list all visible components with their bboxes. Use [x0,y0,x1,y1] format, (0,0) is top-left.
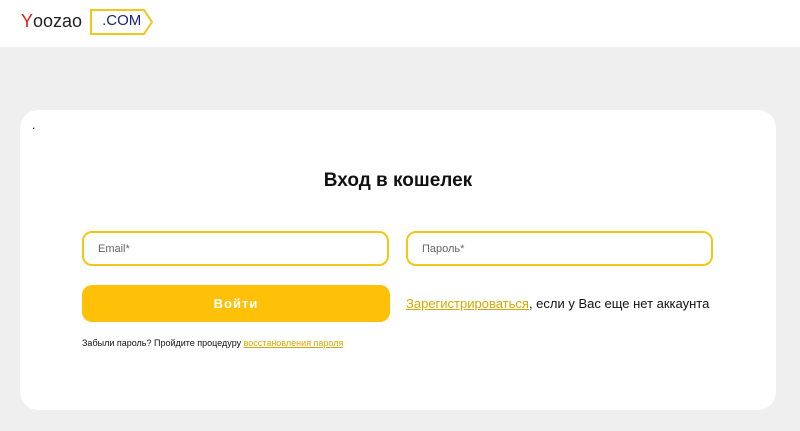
logo-domain: .COM [102,12,142,29]
password-recovery-link[interactable]: восстановления пароля [244,338,344,348]
stray-dot: . [32,118,36,132]
site-header: Yoozao .COM [0,0,800,47]
logo-text: oozao [33,11,83,31]
logo-domain-tag: .COM [90,9,154,35]
email-input[interactable] [82,231,389,266]
register-line: Зарегистрироваться, если у Вас еще нет а… [406,296,709,311]
login-button[interactable]: Войти [82,285,390,322]
forgot-prefix: Забыли пароль? Пройдите процедуру [82,338,244,348]
password-input[interactable] [406,231,713,266]
login-card: . Вход в кошелек Войти Зарегистрироватьс… [20,110,776,410]
logo-letter: Y [21,11,34,31]
page-title: Вход в кошелек [323,170,473,191]
forgot-password-line: Забыли пароль? Пройдите процедуру восста… [82,338,343,348]
register-link[interactable]: Зарегистрироваться [406,296,529,311]
register-suffix: , если у Вас еще нет аккаунта [528,296,710,311]
site-logo[interactable]: Yoozao .COM [21,8,154,35]
